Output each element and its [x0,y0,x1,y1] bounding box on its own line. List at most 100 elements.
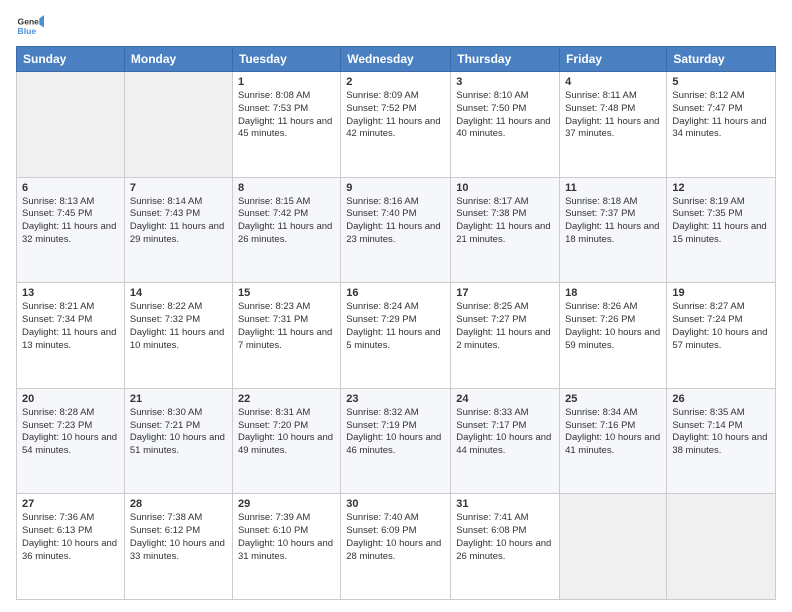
day-number: 29 [238,498,335,510]
calendar-cell: 21 Sunrise: 8:30 AMSunset: 7:21 PMDayligh… [124,388,232,494]
day-info: Sunset: 6:12 PM [130,525,227,538]
day-number: 13 [22,287,119,299]
calendar-cell: 13Sunrise: 8:21 AMSunset: 7:34 PMDayligh… [17,283,125,389]
day-number: 18 [565,287,661,299]
calendar-cell [17,72,125,178]
day-info: Sunrise: 8:32 AM [346,407,445,420]
calendar-cell: 29Sunrise: 7:39 AMSunset: 6:10 PMDayligh… [232,494,340,600]
calendar-cell: 6Sunrise: 8:13 AMSunset: 7:45 PMDaylight… [17,177,125,283]
day-number: 24 [456,393,554,405]
day-info: Sunset: 7:19 PM [346,420,445,433]
day-info: Sunrise: 8:08 AM [238,90,335,103]
day-info: Daylight: 10 hours and 28 minutes. [346,538,445,564]
day-info: Sunset: 7:38 PM [456,208,554,221]
day-info: Sunset: 7:53 PM [238,103,335,116]
day-info: Sunrise: 7:36 AM [22,512,119,525]
day-info: Sunrise: 8:12 AM [672,90,770,103]
week-row-2: 13Sunrise: 8:21 AMSunset: 7:34 PMDayligh… [17,283,776,389]
calendar-cell: 19Sunrise: 8:27 AMSunset: 7:24 PMDayligh… [667,283,776,389]
day-number: 15 [238,287,335,299]
day-info: Sunset: 7:23 PM [22,420,119,433]
day-number: 21 [130,393,227,405]
calendar-cell: 24Sunrise: 8:33 AMSunset: 7:17 PMDayligh… [451,388,560,494]
day-info: Sunset: 7:17 PM [456,420,554,433]
col-header-friday: Friday [560,47,667,72]
day-info: Sunrise: 8:34 AM [565,407,661,420]
col-header-saturday: Saturday [667,47,776,72]
calendar-cell: 18Sunrise: 8:26 AMSunset: 7:26 PMDayligh… [560,283,667,389]
day-info: Daylight: 10 hours and 59 minutes. [565,327,661,353]
day-info: Sunrise: 8:24 AM [346,301,445,314]
day-info: Daylight: 11 hours and 26 minutes. [238,221,335,247]
svg-text:Blue: Blue [18,26,37,36]
day-number: 17 [456,287,554,299]
day-info: Sunrise: 8:18 AM [565,196,661,209]
day-info: Sunrise: 8:35 AM [672,407,770,420]
day-info: Sunset: 7:45 PM [22,208,119,221]
day-info: Sunset: 7:42 PM [238,208,335,221]
calendar-cell: 27Sunrise: 7:36 AMSunset: 6:13 PMDayligh… [17,494,125,600]
col-header-wednesday: Wednesday [341,47,451,72]
day-info: Sunset: 6:10 PM [238,525,335,538]
week-row-1: 6Sunrise: 8:13 AMSunset: 7:45 PMDaylight… [17,177,776,283]
day-info: Sunset: 7:43 PM [130,208,227,221]
calendar-cell: 5Sunrise: 8:12 AMSunset: 7:47 PMDaylight… [667,72,776,178]
day-info: Daylight: 10 hours and 54 minutes. [22,432,119,458]
day-number: 20 [22,393,119,405]
day-info: Sunrise: 8:19 AM [672,196,770,209]
day-number: 7 [130,182,227,194]
day-info: Sunrise: 8:28 AM [22,407,119,420]
calendar-cell: 28Sunrise: 7:38 AMSunset: 6:12 PMDayligh… [124,494,232,600]
day-info: Sunset: 7:21 PM [130,420,227,433]
day-info: Daylight: 11 hours and 15 minutes. [672,221,770,247]
day-info: Daylight: 10 hours and 26 minutes. [456,538,554,564]
day-info: Sunrise: 7:38 AM [130,512,227,525]
calendar-cell: 16Sunrise: 8:24 AMSunset: 7:29 PMDayligh… [341,283,451,389]
col-header-sunday: Sunday [17,47,125,72]
day-info: Daylight: 10 hours and 57 minutes. [672,327,770,353]
day-info: Daylight: 11 hours and 5 minutes. [346,327,445,353]
day-info: Sunrise: 8:10 AM [456,90,554,103]
day-info: Daylight: 11 hours and 7 minutes. [238,327,335,353]
day-info: Sunrise: 8:09 AM [346,90,445,103]
day-info: Sunrise: 8:13 AM [22,196,119,209]
calendar-cell: 10Sunrise: 8:17 AMSunset: 7:38 PMDayligh… [451,177,560,283]
logo: General Blue [16,12,44,40]
day-number: 25 [565,393,661,405]
day-info: Sunset: 6:09 PM [346,525,445,538]
day-info: Sunrise: 8:21 AM [22,301,119,314]
calendar-cell: 23Sunrise: 8:32 AMSunset: 7:19 PMDayligh… [341,388,451,494]
calendar-cell [667,494,776,600]
day-info: Sunset: 7:50 PM [456,103,554,116]
calendar-cell [560,494,667,600]
day-number: 2 [346,76,445,88]
week-row-4: 27Sunrise: 7:36 AMSunset: 6:13 PMDayligh… [17,494,776,600]
day-info: Sunset: 7:31 PM [238,314,335,327]
day-info: Sunrise: 8:11 AM [565,90,661,103]
calendar-cell: 25Sunrise: 8:34 AMSunset: 7:16 PMDayligh… [560,388,667,494]
day-number: 4 [565,76,661,88]
calendar-cell [124,72,232,178]
day-number: 5 [672,76,770,88]
day-info: Sunrise: 7:40 AM [346,512,445,525]
day-info: Daylight: 11 hours and 2 minutes. [456,327,554,353]
calendar-cell: 30 Sunrise: 7:40 AMSunset: 6:09 PMDayligh… [341,494,451,600]
day-info: Sunset: 7:20 PM [238,420,335,433]
logo-icon: General Blue [16,12,44,40]
day-info: Daylight: 11 hours and 42 minutes. [346,116,445,142]
calendar-table: SundayMondayTuesdayWednesdayThursdayFrid… [16,46,776,600]
day-info: Daylight: 10 hours and 51 minutes. [130,432,227,458]
day-info: Sunrise: 8:30 AM [130,407,227,420]
day-info: Sunrise: 8:16 AM [346,196,445,209]
day-info: Daylight: 11 hours and 40 minutes. [456,116,554,142]
day-info: Daylight: 10 hours and 38 minutes. [672,432,770,458]
day-number: 19 [672,287,770,299]
day-info: Sunrise: 8:17 AM [456,196,554,209]
day-info: Sunrise: 8:15 AM [238,196,335,209]
day-number: 30 [346,498,445,510]
day-number: 8 [238,182,335,194]
day-info: Sunrise: 8:25 AM [456,301,554,314]
calendar-cell: 17 Sunrise: 8:25 AMSunset: 7:27 PMDayligh… [451,283,560,389]
day-info: Daylight: 10 hours and 33 minutes. [130,538,227,564]
day-info: Sunset: 7:27 PM [456,314,554,327]
